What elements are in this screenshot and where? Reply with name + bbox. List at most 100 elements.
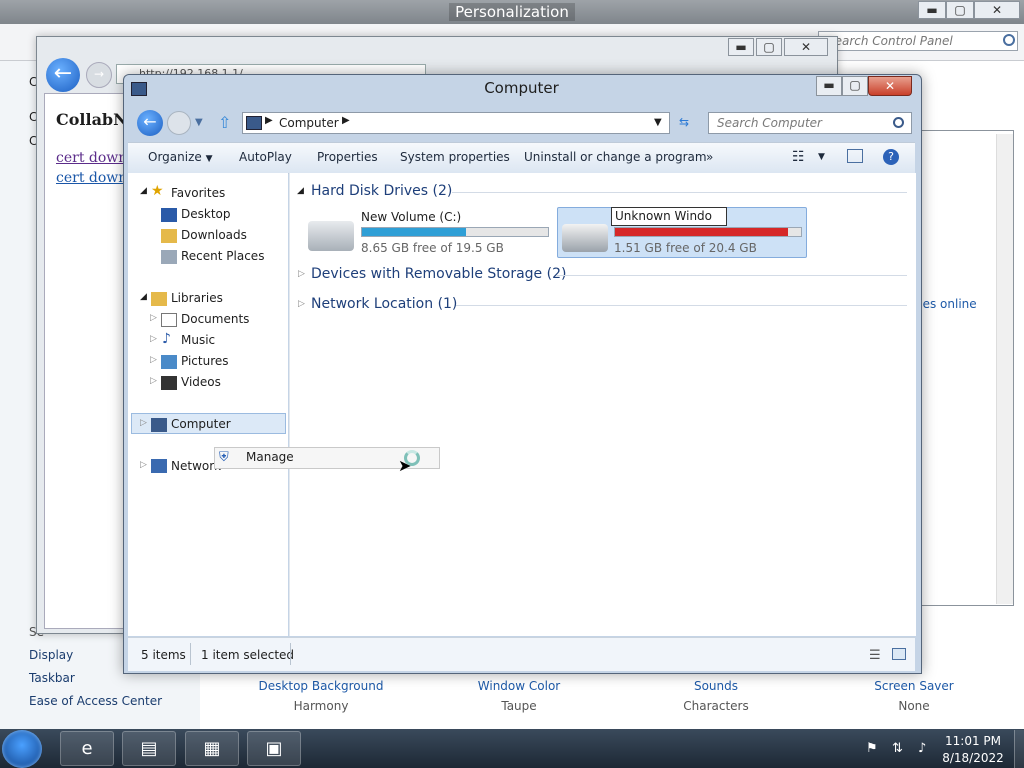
organize-label: Organize bbox=[148, 150, 202, 164]
status-divider bbox=[190, 643, 191, 665]
breadcrumb-separator-icon[interactable]: ▶ bbox=[342, 115, 350, 126]
window-color-value: Taupe bbox=[501, 699, 537, 713]
status-selected-count: 1 item selected bbox=[201, 648, 295, 662]
sounds-value: Characters bbox=[683, 699, 749, 713]
nav-computer[interactable]: Computer bbox=[171, 417, 231, 431]
desktop-background-link[interactable]: Desktop Background bbox=[251, 679, 391, 693]
breadcrumb-separator-icon[interactable]: ▶ bbox=[265, 115, 273, 126]
large-icons-view-icon[interactable] bbox=[892, 648, 906, 660]
collapse-arrow-icon[interactable]: ▷ bbox=[150, 355, 157, 365]
display-link[interactable]: Display bbox=[29, 648, 73, 662]
nav-pictures[interactable]: Pictures bbox=[181, 354, 229, 368]
close-button[interactable]: ✕ bbox=[868, 76, 912, 96]
collapse-arrow-icon[interactable]: ▷ bbox=[150, 376, 157, 386]
search-icon[interactable] bbox=[893, 117, 904, 128]
collapse-arrow-icon[interactable]: ▷ bbox=[140, 460, 147, 470]
group-divider bbox=[456, 305, 907, 306]
drive-c-name[interactable]: New Volume (C:) bbox=[361, 210, 461, 224]
breadcrumb-computer[interactable]: Computer bbox=[279, 116, 339, 130]
status-item-count: 5 items bbox=[141, 648, 186, 662]
group-collapse-icon[interactable]: ◢ bbox=[297, 186, 304, 196]
recent-pages-chevron-icon[interactable]: ▼ bbox=[195, 117, 203, 128]
drive-c-free-space: 8.65 GB free of 19.5 GB bbox=[361, 241, 504, 255]
preview-pane-icon[interactable] bbox=[847, 149, 863, 163]
back-button[interactable]: ← bbox=[137, 110, 163, 136]
collapse-arrow-icon[interactable]: ▷ bbox=[140, 418, 147, 428]
star-icon: ★ bbox=[151, 183, 164, 199]
theme-list-scrollbar[interactable] bbox=[996, 134, 1013, 604]
nav-recent-places[interactable]: Recent Places bbox=[181, 249, 264, 263]
nav-documents[interactable]: Documents bbox=[181, 312, 249, 326]
nav-music[interactable]: Music bbox=[181, 333, 215, 347]
group-expand-icon[interactable]: ▷ bbox=[298, 299, 305, 309]
show-desktop-button[interactable] bbox=[1014, 730, 1024, 768]
computer-taskbar-icon[interactable]: ▣ bbox=[247, 731, 301, 766]
manage-menu-item[interactable]: Manage bbox=[246, 450, 294, 464]
nav-favorites[interactable]: Favorites bbox=[171, 186, 225, 200]
organize-menu[interactable]: Organize ▼ bbox=[148, 150, 213, 164]
network-icon[interactable]: ⇅ bbox=[892, 741, 903, 756]
computer-icon bbox=[246, 116, 262, 130]
group-network-location[interactable]: Network Location (1) bbox=[311, 296, 457, 312]
expand-arrow-icon[interactable]: ◢ bbox=[140, 292, 147, 302]
screen-saver-link[interactable]: Screen Saver bbox=[844, 679, 984, 693]
minimize-button[interactable]: ▬ bbox=[816, 76, 842, 96]
details-view-icon[interactable]: ☰ bbox=[869, 648, 881, 663]
cp-maximize-button[interactable]: ▢ bbox=[946, 1, 974, 19]
nav-videos[interactable]: Videos bbox=[181, 375, 221, 389]
browser-maximize-button[interactable]: ▢ bbox=[756, 38, 782, 56]
nav-desktop[interactable]: Desktop bbox=[181, 207, 231, 221]
nav-libraries[interactable]: Libraries bbox=[171, 291, 223, 305]
system-properties-button[interactable]: System properties bbox=[400, 150, 510, 164]
start-button[interactable] bbox=[2, 730, 42, 768]
collapse-arrow-icon[interactable]: ▷ bbox=[150, 313, 157, 323]
expand-arrow-icon[interactable]: ◢ bbox=[140, 186, 147, 196]
properties-button[interactable]: Properties bbox=[317, 150, 378, 164]
collapse-arrow-icon[interactable]: ▷ bbox=[150, 334, 157, 344]
volume-muted-icon[interactable]: ♪ bbox=[918, 741, 926, 756]
change-view-icon[interactable]: ☷ bbox=[792, 149, 805, 165]
mouse-pointer-icon: ➤ bbox=[398, 456, 412, 475]
browser-close-button[interactable]: ✕ bbox=[784, 38, 828, 56]
taskbar-link[interactable]: Taskbar bbox=[29, 671, 75, 685]
help-icon[interactable]: ? bbox=[883, 149, 899, 165]
cp-close-button[interactable]: ✕ bbox=[974, 1, 1020, 19]
group-expand-icon[interactable]: ▷ bbox=[298, 269, 305, 279]
forward-button[interactable] bbox=[167, 111, 191, 135]
search-input[interactable]: Search Computer bbox=[708, 112, 912, 134]
view-options-chevron-icon[interactable]: ▼ bbox=[818, 152, 825, 162]
nav-downloads[interactable]: Downloads bbox=[181, 228, 247, 242]
internet-explorer-taskbar-icon[interactable]: e bbox=[60, 731, 114, 766]
autoplay-button[interactable]: AutoPlay bbox=[239, 150, 292, 164]
control-panel-taskbar-icon[interactable]: ▦ bbox=[185, 731, 239, 766]
browser-minimize-button[interactable]: ▬ bbox=[728, 38, 754, 56]
window-color-link[interactable]: Window Color bbox=[449, 679, 589, 693]
clock-time[interactable]: 11:01 PM bbox=[938, 734, 1008, 748]
refresh-icon[interactable]: ⇆ bbox=[672, 112, 696, 134]
maximize-button[interactable]: ▢ bbox=[842, 76, 868, 96]
group-hard-disk-drives[interactable]: Hard Disk Drives (2) bbox=[311, 183, 452, 199]
windows-explorer-taskbar-icon[interactable]: ▤ bbox=[122, 731, 176, 766]
group-removable-storage[interactable]: Devices with Removable Storage (2) bbox=[311, 266, 566, 282]
address-dropdown-icon[interactable]: ▼ bbox=[654, 117, 662, 128]
drive-unknown-usage-bar bbox=[614, 227, 802, 237]
browser-forward-button[interactable]: → bbox=[86, 62, 112, 88]
status-divider bbox=[290, 643, 291, 665]
libraries-icon bbox=[151, 292, 167, 306]
action-center-flag-icon[interactable]: ⚑ bbox=[866, 741, 878, 756]
network-icon bbox=[151, 459, 167, 473]
get-more-themes-link[interactable]: nes online bbox=[915, 297, 977, 311]
clock-date[interactable]: 8/18/2022 bbox=[938, 751, 1008, 765]
up-arrow-icon[interactable]: ⇧ bbox=[218, 113, 231, 132]
browser-back-button[interactable]: ← bbox=[46, 58, 80, 92]
search-icon[interactable] bbox=[1003, 34, 1015, 46]
more-commands-button[interactable]: » bbox=[706, 150, 713, 164]
uninstall-program-button[interactable]: Uninstall or change a program bbox=[524, 150, 707, 164]
control-panel-search-input[interactable]: Search Control Panel bbox=[818, 31, 1018, 51]
cp-minimize-button[interactable]: ▬ bbox=[918, 1, 946, 19]
ease-of-access-link[interactable]: Ease of Access Center bbox=[29, 694, 162, 708]
rename-input[interactable]: Unknown Windo bbox=[611, 207, 727, 226]
sounds-link[interactable]: Sounds bbox=[646, 679, 786, 693]
shield-icon: ⛨ bbox=[219, 450, 229, 465]
recent-places-icon bbox=[161, 250, 177, 264]
